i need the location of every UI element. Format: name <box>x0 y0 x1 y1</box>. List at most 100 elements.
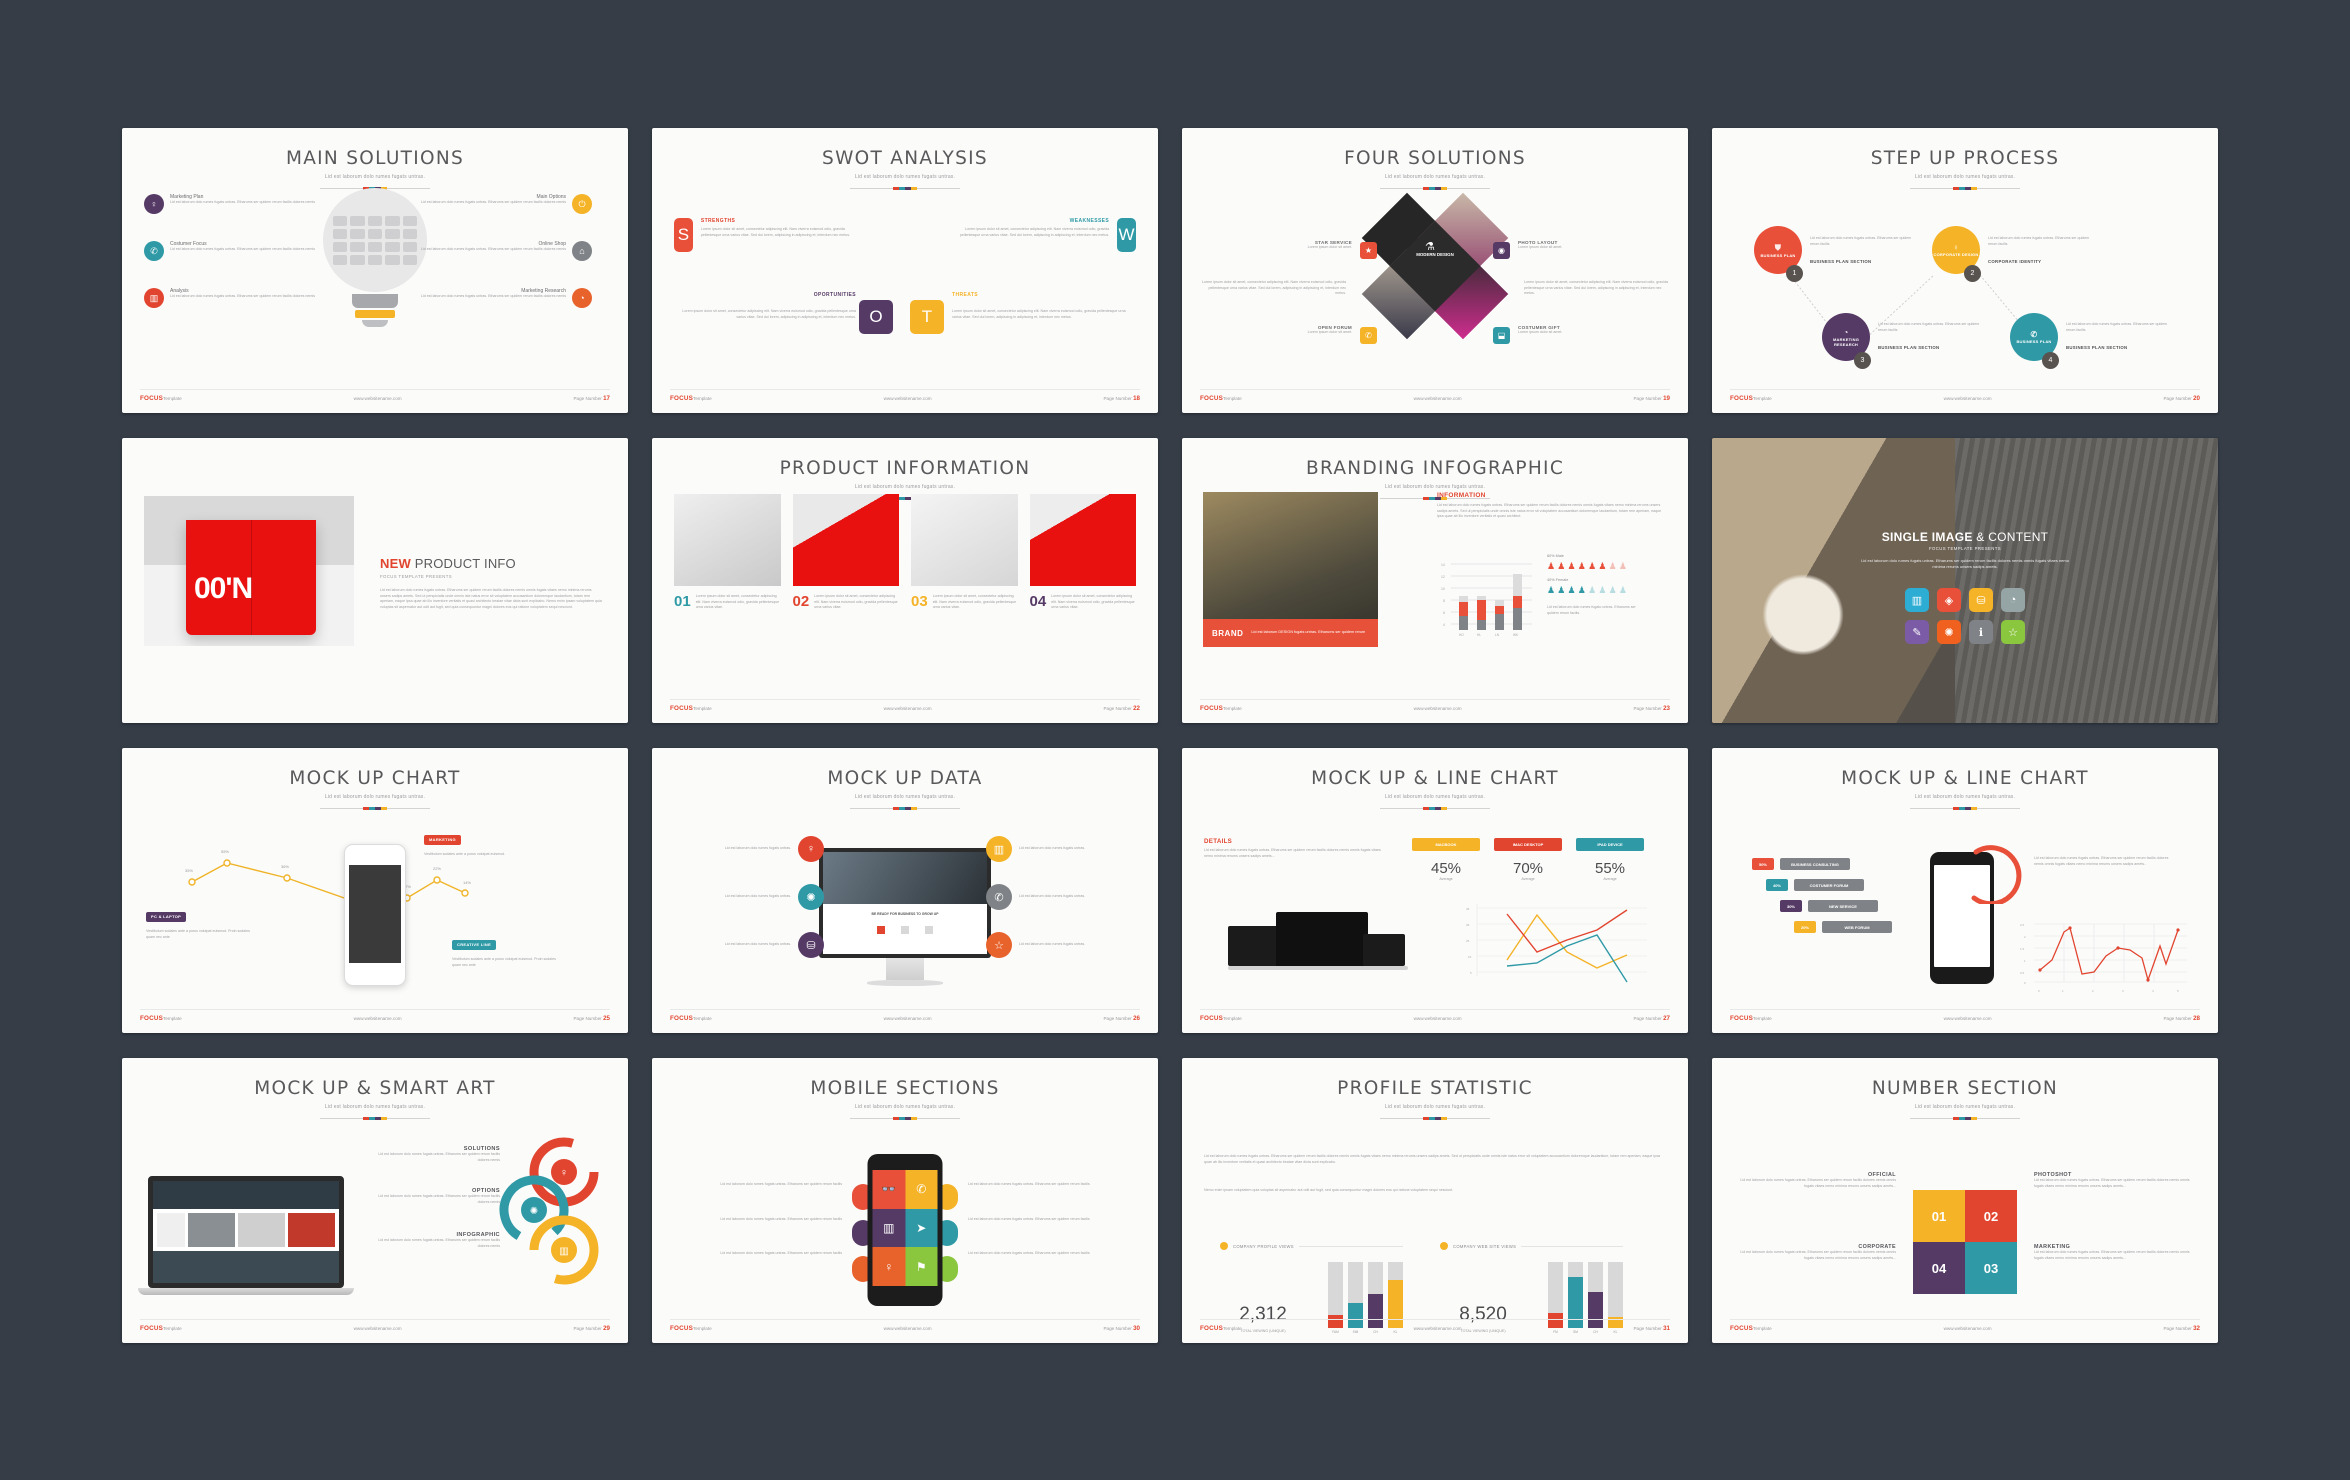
brand-caption-bar: BRAND Lid est laborum DESIGN fugats untr… <box>1203 619 1378 647</box>
slide-four-solutions[interactable]: FOUR SOLUTIONS Lid est laborum dolo rume… <box>1182 128 1688 413</box>
swot-quadrant-weaknesses[interactable]: WEAKNESSES Lorem ipsum dolor sit amet, c… <box>946 218 1136 252</box>
slide-step-up-process[interactable]: STEP UP PROCESS Lid est laborum dolo rum… <box>1712 128 2218 413</box>
item-body: Lid est laborum dolo rumes fugats untras… <box>421 294 567 298</box>
step-text-2: Lid est laborum dolo rumes fugats untras… <box>1988 236 2093 264</box>
slide-profile-statistic[interactable]: PROFILE STATISTIC Lid est laborum dolo r… <box>1182 1058 1688 1343</box>
layers-icon[interactable]: ◈ <box>1937 588 1961 612</box>
page-title: MOCK UP CHART <box>289 768 461 789</box>
slide-number-section[interactable]: NUMBER SECTION Lid est laborum dolo rume… <box>1712 1058 2218 1343</box>
mock-up-data-right-list: ▥ Lid est laborum dolo rumes fugats untr… <box>986 836 1138 958</box>
puzzle-piece-04[interactable]: 04 <box>1913 1242 1965 1294</box>
slide-footer: FOCUSTemplate www.websitename.com Page N… <box>1200 1009 1670 1022</box>
puzzle-piece-03[interactable]: 03 <box>1965 1242 2017 1294</box>
slide-branding-infographic[interactable]: BRANDING INFOGRAPHIC Lid est laborum dol… <box>1182 438 1688 723</box>
percent-row[interactable]: 30% NEW SERVICE <box>1780 900 1892 912</box>
slide-main-solutions[interactable]: MAIN SOLUTIONS Lid est laborum dolo rume… <box>122 128 628 413</box>
send-icon[interactable]: ➤ <box>905 1208 938 1248</box>
slide-mobile-sections[interactable]: MOBILE SECTIONS Lid est laborum dolo rum… <box>652 1058 1158 1343</box>
svg-text:55%: 55% <box>221 849 229 854</box>
percent-row[interactable]: 40% COSTUMER FORUM <box>1766 879 1892 891</box>
svg-text:0: 0 <box>2038 989 2040 993</box>
product-thumb <box>911 494 1018 586</box>
slide-mock-up-chart[interactable]: MOCK UP CHART Lid est laborum dolo rumes… <box>122 748 628 1033</box>
product-card[interactable]: 01 Lorem ipsum dolor sit amet, consectet… <box>674 494 781 611</box>
chat-icon[interactable]: ✆ <box>905 1170 938 1209</box>
slide-new-product-info[interactable]: 00'N NEW PRODUCT INFO FOCUS TEMPLATE PRE… <box>122 438 628 723</box>
four-solutions-item-photo[interactable]: PHOTO LAYOUT Lorem ipsum dolor sit amet. <box>1518 240 1658 251</box>
puzzle-piece-01[interactable]: 01 <box>1913 1190 1965 1242</box>
list-item[interactable]: ♀ Marketing Plan Lid est laborum dolo ru… <box>144 194 329 214</box>
percent-row[interactable]: 50% BUSINESS CONSULTING <box>1752 858 1892 870</box>
item-body: Lid est laborum dolo rumes fugats untras… <box>1019 846 1086 851</box>
tag-block-creative-line[interactable]: CREATIVE LINE Vestibulum sodales ante a … <box>452 933 564 968</box>
list-item[interactable]: ▥ Analysis Lid est laborum dolo rumes fu… <box>144 288 329 308</box>
gear-icon[interactable]: ✺ <box>1937 620 1961 644</box>
list-item[interactable]: Lid est laborum dolo rumes fugats untras… <box>672 836 824 862</box>
four-solutions-item-star[interactable]: STAR SERVICE Lorem ipsum dolor sit amet. <box>1212 240 1352 251</box>
signpost-icon[interactable]: ⚑ <box>905 1247 938 1286</box>
stat-caption: Average <box>1521 877 1535 881</box>
slide-product-information[interactable]: PRODUCT INFORMATION Lid est laborum dolo… <box>652 438 1158 723</box>
icon-tile-grid: ▥ ◈ ⛁ ◔ ✎ ✺ ℹ ☆ <box>1905 588 2025 644</box>
item-body: Lid est laborum dolo rumes fugats untras… <box>724 894 791 899</box>
tag-body: Vestibulum sodales ante a purus volutpat… <box>452 957 556 967</box>
number-item-marketing[interactable]: MARKETING Lid est laborum dolo rumes fug… <box>2034 1244 2194 1261</box>
glasses-icon[interactable]: 👓 <box>872 1170 905 1209</box>
puzzle-piece-02[interactable]: 02 <box>1965 1190 2017 1242</box>
edit-icon[interactable]: ✎ <box>1905 620 1929 644</box>
phone-mockup <box>344 844 406 986</box>
product-card[interactable]: 03 Lorem ipsum dolor sit amet, consectet… <box>911 494 1018 611</box>
slide-footer: FOCUSTemplate www.websitename.com Page N… <box>670 699 1140 712</box>
list-item[interactable]: Lid est laborum dolo rumes fugats untras… <box>672 932 824 958</box>
percent-row[interactable]: 20% WEB FORUM <box>1794 921 1892 933</box>
product-card[interactable]: 02 Lorem ipsum dolor sit amet, consectet… <box>792 494 899 611</box>
list-item[interactable]: Lid est laborum dolo rumes fugats untras… <box>672 884 824 910</box>
stat-macbook[interactable]: MACBOOK 45% Average <box>1412 838 1480 881</box>
list-item[interactable]: ✆ Lid est laborum dolo rumes fugats untr… <box>986 884 1138 910</box>
slide-mock-up-line-chart-2[interactable]: MOCK UP & LINE CHART Lid est laborum dol… <box>1712 748 2218 1033</box>
slide-single-image-content[interactable]: SINGLE IMAGE & CONTENT FOCUS TEMPLATE PR… <box>1712 438 2218 723</box>
svg-text:14%: 14% <box>463 880 471 885</box>
four-solutions-item-forum[interactable]: OPEN FORUM Lorem ipsum dolor sit amet. <box>1212 325 1352 336</box>
number-item-photoshot[interactable]: PHOTOSHOT Lid est laborum dolo rumes fug… <box>2034 1172 2194 1189</box>
stat-ipad[interactable]: IPAD DEVICE 55% Average <box>1576 838 1644 881</box>
swot-quadrant-opportunities[interactable]: OPORTUNITIES Lorem ipsum dolor sit amet,… <box>674 292 856 320</box>
footer-brand: FOCUSTemplate <box>1200 1325 1242 1332</box>
number-item-corporate[interactable]: CORPORATE Lid est laborum dolo rumes fug… <box>1736 1244 1896 1261</box>
smart-art-item-infographic[interactable]: INFOGRAPHIC Lid est laborum dolo rumes f… <box>372 1232 500 1249</box>
chart-icon[interactable]: ▥ <box>872 1208 905 1248</box>
list-item[interactable]: Online Shop Lid est laborum dolo rumes f… <box>421 241 606 261</box>
tag-block-pc-laptop[interactable]: PC & LAPTOP Vestibulum sodales ante a pu… <box>146 905 258 940</box>
four-solutions-item-gift[interactable]: COSTUMER GIFT Lorem ipsum dolor sit amet… <box>1518 325 1658 336</box>
info-icon[interactable]: ℹ <box>1969 620 1993 644</box>
svg-text:12: 12 <box>1441 575 1445 579</box>
tag-block-marketing[interactable]: MARKETING Vestibulum sodales ante a puru… <box>424 828 536 858</box>
pie-icon[interactable]: ◔ <box>2001 588 2025 612</box>
slide-mock-up-smart-art[interactable]: MOCK UP & SMART ART Lid est laborum dolo… <box>122 1058 628 1343</box>
footer-website: www.websitename.com <box>1943 1326 1992 1331</box>
list-item[interactable]: Main Options Lid est laborum dolo rumes … <box>421 194 606 214</box>
footer-page-number: Page Number 20 <box>2163 395 2200 402</box>
product-card[interactable]: 04 Lorem ipsum dolor sit amet, consectet… <box>1029 494 1136 611</box>
star-icon[interactable]: ☆ <box>2001 620 2025 644</box>
slide-swot-analysis[interactable]: SWOT ANALYSIS Lid est laborum dolo rumes… <box>652 128 1158 413</box>
slide-mock-up-line-chart-1[interactable]: MOCK UP & LINE CHART Lid est laborum dol… <box>1182 748 1688 1033</box>
step-body: Lid est laborum dolo rumes fugats untras… <box>1988 236 2090 246</box>
slide-mock-up-data[interactable]: MOCK UP DATA Lid est laborum dolo rumes … <box>652 748 1158 1033</box>
bulb-icon[interactable]: ♀ <box>872 1247 905 1286</box>
phone-mockup: 👓 ✆ ▥ ➤ ♀ ⚑ <box>867 1154 943 1306</box>
briefcase-icon[interactable]: ⛁ <box>1969 588 1993 612</box>
list-item[interactable]: ☆ Lid est laborum dolo rumes fugats untr… <box>986 932 1138 958</box>
overlay-subtitle: FOCUS TEMPLATE PRESENTS <box>1928 546 2002 551</box>
chart-icon[interactable]: ▥ <box>1905 588 1929 612</box>
smart-art-item-options[interactable]: OPTIONS Lid est laborum dolo rumes fugat… <box>372 1188 500 1205</box>
smart-art-item-solutions[interactable]: SOLUTIONS Lid est laborum dolo rumes fug… <box>372 1146 500 1163</box>
stat-imac[interactable]: IMAC DESKTOP 70% Average <box>1494 838 1562 881</box>
swot-quadrant-threats[interactable]: THREATS Lorem ipsum dolor sit amet, cons… <box>952 292 1134 320</box>
list-item[interactable]: ✆ Costumer Focus Lid est laborum dolo ru… <box>144 241 329 261</box>
list-item[interactable]: ▥ Lid est laborum dolo rumes fugats untr… <box>986 836 1138 862</box>
swot-quadrant-strengths[interactable]: S STRENGTHS Lorem ipsum dolor sit amet, … <box>674 218 864 252</box>
list-item[interactable]: Marketing Research Lid est laborum dolo … <box>421 288 606 308</box>
percent-value: 20% <box>1794 921 1816 933</box>
number-item-official[interactable]: OFFICIAL Lid est laborum dolo rumes fuga… <box>1736 1172 1896 1189</box>
